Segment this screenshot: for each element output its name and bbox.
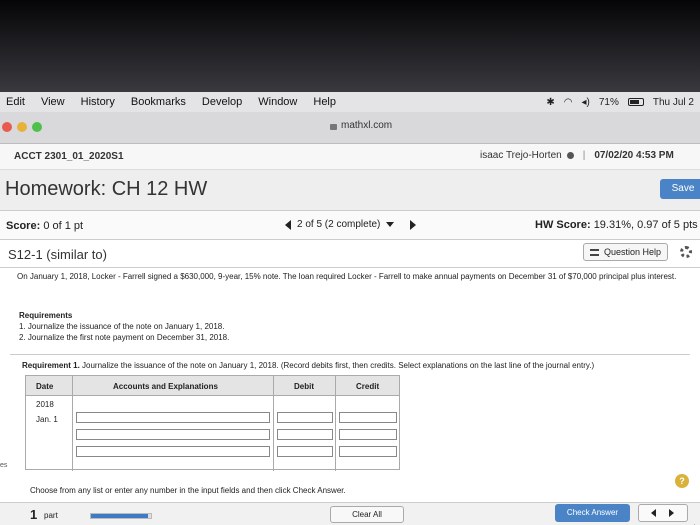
- help-icon[interactable]: ?: [675, 474, 689, 488]
- col-date: Date: [36, 382, 54, 391]
- answer-footer: 1 part Clear All Check Answer: [0, 502, 700, 525]
- question-position[interactable]: 2 of 5 (2 complete): [297, 219, 380, 230]
- menu-edit[interactable]: Edit: [6, 96, 25, 108]
- screen-bezel: [0, 0, 700, 92]
- homework-score: HW Score: 19.31%, 0.97 of 5 pts: [535, 219, 698, 231]
- question-score: Score: 0 of 1 pt: [6, 220, 83, 232]
- separator: |: [582, 150, 586, 161]
- user-info: isaac Trejo-Horten | 07/02/20 4:53 PM: [480, 150, 674, 161]
- wifi-icon[interactable]: ◠: [564, 97, 573, 108]
- question-body: On January 1, 2018, Locker - Farrell sig…: [0, 268, 700, 525]
- part-progress: [90, 513, 152, 519]
- answer-instruction: Choose from any list or enter any number…: [30, 486, 346, 495]
- progress-fill: [91, 514, 148, 518]
- col-credit: Credit: [356, 382, 380, 391]
- next-part-icon[interactable]: [669, 509, 674, 517]
- page-content: ACCT 2301_01_2020S1 isaac Trejo-Horten |…: [0, 144, 700, 525]
- col-accounts: Accounts and Explanations: [113, 382, 218, 391]
- part-nav: [638, 504, 688, 522]
- side-fragment-left: es: [0, 462, 8, 469]
- user-name: isaac Trejo-Horten: [480, 150, 562, 161]
- column-divider: [335, 376, 336, 471]
- hw-score-label: HW Score:: [535, 219, 591, 231]
- column-divider: [273, 376, 274, 471]
- menu-history[interactable]: History: [81, 96, 115, 108]
- clear-all-button[interactable]: Clear All: [330, 506, 404, 523]
- credit-input[interactable]: [339, 446, 397, 457]
- requirement-1: 1. Journalize the issuance of the note o…: [19, 322, 225, 331]
- battery-percent: 71%: [598, 96, 619, 108]
- score-value: 0 of 1 pt: [43, 220, 84, 232]
- zoom-window-button[interactable]: [32, 122, 42, 132]
- debit-input[interactable]: [277, 429, 333, 440]
- volume-icon[interactable]: ◂): [581, 97, 589, 108]
- browser-toolbar: mathxl.com: [0, 112, 700, 144]
- part-number: 1: [30, 507, 38, 522]
- menu-develop[interactable]: Develop: [202, 96, 242, 108]
- debit-input[interactable]: [277, 412, 333, 423]
- score-label: Score:: [6, 220, 41, 232]
- battery-icon[interactable]: [627, 98, 644, 106]
- close-window-button[interactable]: [2, 122, 12, 132]
- hw-score-value: 19.31%, 0.97 of 5 pts: [593, 219, 698, 231]
- chevron-down-icon[interactable]: [386, 222, 395, 227]
- requirement-2: 2. Journalize the first note payment on …: [19, 333, 230, 342]
- mac-menu-bar: Edit View History Bookmarks Develop Wind…: [0, 92, 700, 112]
- score-bar: Score: 0 of 1 pt 2 of 5 (2 complete) HW …: [0, 210, 700, 240]
- url-text: mathxl.com: [341, 120, 393, 131]
- question-help-label: Question Help: [604, 247, 662, 257]
- journal-date: Jan. 1: [36, 415, 58, 424]
- save-button[interactable]: Save: [660, 179, 700, 199]
- menu-bookmarks[interactable]: Bookmarks: [131, 96, 186, 108]
- requirement-1-text: Journalize the issuance of the note on J…: [82, 361, 595, 370]
- bluetooth-icon[interactable]: ✱: [546, 97, 554, 108]
- minimize-window-button[interactable]: [17, 122, 27, 132]
- gear-icon[interactable]: [680, 246, 692, 258]
- divider: [10, 354, 690, 355]
- debit-input[interactable]: [277, 446, 333, 457]
- current-datetime: 07/02/20 4:53 PM: [594, 150, 674, 161]
- menu-view[interactable]: View: [41, 96, 65, 108]
- person-icon: [566, 152, 574, 159]
- journal-year: 2018: [36, 400, 54, 409]
- address-bar[interactable]: mathxl.com: [330, 120, 392, 131]
- account-input[interactable]: [76, 446, 270, 457]
- prev-question-icon[interactable]: [285, 219, 291, 230]
- question-help-button[interactable]: Question Help: [583, 243, 668, 261]
- list-icon: [590, 249, 599, 256]
- credit-input[interactable]: [339, 429, 397, 440]
- col-debit: Debit: [294, 382, 314, 391]
- prev-part-icon[interactable]: [651, 509, 656, 517]
- next-question-icon[interactable]: [410, 219, 417, 230]
- journal-header: Date Accounts and Explanations Debit Cre…: [26, 376, 399, 396]
- requirements: Requirements 1. Journalize the issuance …: [19, 310, 229, 343]
- question-nav: 2 of 5 (2 complete): [285, 219, 417, 230]
- account-input[interactable]: [76, 412, 270, 423]
- question-title: S12-1 (similar to): [8, 247, 107, 262]
- course-name: ACCT 2301_01_2020S1: [14, 151, 124, 162]
- course-header: ACCT 2301_01_2020S1 isaac Trejo-Horten |…: [0, 144, 700, 170]
- column-divider: [72, 376, 73, 471]
- check-answer-button[interactable]: Check Answer: [555, 504, 630, 522]
- account-input[interactable]: [76, 429, 270, 440]
- menu-window[interactable]: Window: [258, 96, 297, 108]
- credit-input[interactable]: [339, 412, 397, 423]
- requirements-heading: Requirements: [19, 311, 73, 320]
- menu-help[interactable]: Help: [313, 96, 336, 108]
- homework-bar: Homework: CH 12 HW Save: [0, 170, 700, 210]
- question-header: S12-1 (similar to) Question Help: [0, 240, 700, 268]
- part-label: part: [44, 511, 58, 520]
- requirement-1-label: Requirement 1.: [22, 361, 80, 370]
- requirement-1-instruction: Requirement 1. Journalize the issuance o…: [22, 361, 594, 370]
- lock-icon: [330, 123, 337, 130]
- journal-entry-table: Date Accounts and Explanations Debit Cre…: [25, 375, 400, 471]
- menu-clock[interactable]: Thu Jul 2: [653, 97, 694, 108]
- problem-text: On January 1, 2018, Locker - Farrell sig…: [17, 272, 677, 281]
- page-title: Homework: CH 12 HW: [5, 178, 208, 200]
